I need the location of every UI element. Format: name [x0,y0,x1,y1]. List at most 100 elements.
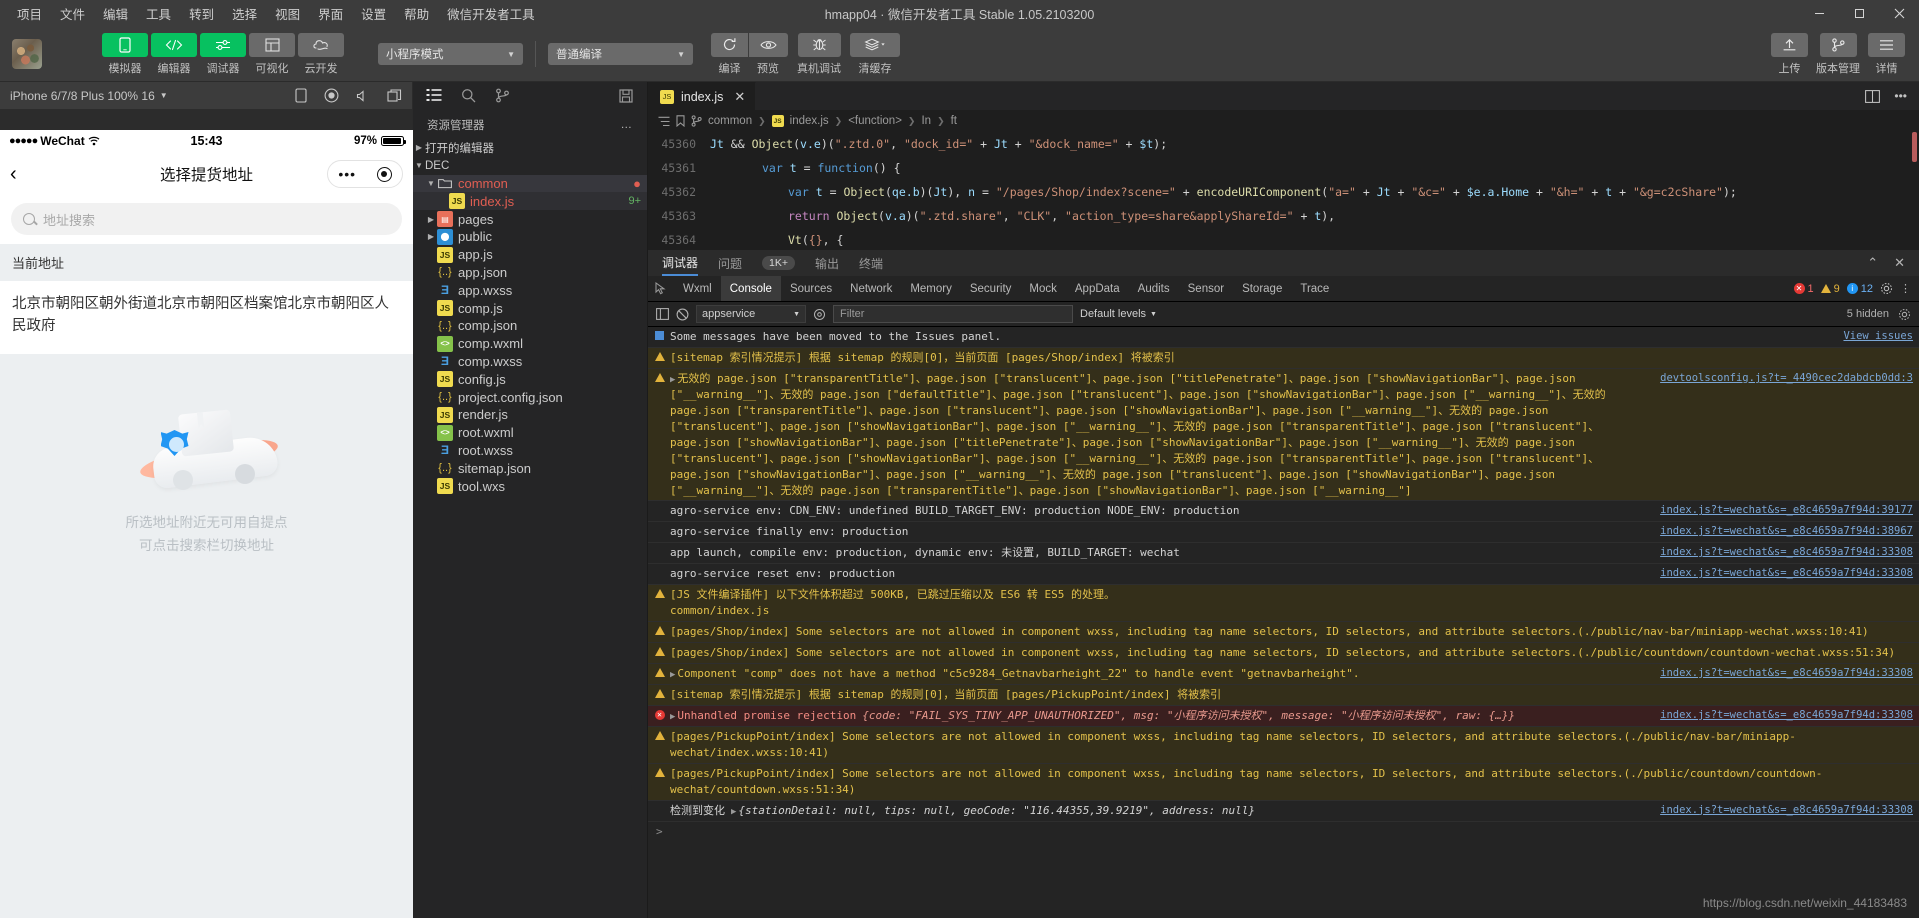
panel-tab-debugger[interactable]: 调试器 [662,250,699,276]
details-button[interactable]: 详情 [1868,32,1905,76]
console-filter-input[interactable]: Filter [833,305,1073,323]
tree-section-dec[interactable]: ▼ DEC [413,157,647,175]
menu-item-view[interactable]: 视图 [266,1,309,26]
console-prompt[interactable]: > [648,822,1919,841]
menu-item-tools[interactable]: 工具 [137,1,180,26]
console-source-link[interactable]: index.js?t=wechat&s=_e8c4659a7f94d:33308 [1648,545,1913,561]
tree-section-open-editors[interactable]: ▶ 打开的编辑器 [413,139,647,157]
clear-console-icon[interactable] [676,308,689,321]
app-mode-select[interactable]: 小程序模式 ▼ [378,43,523,65]
source-control-icon[interactable] [485,82,519,109]
menu-item-devtools[interactable]: 微信开发者工具 [438,1,544,26]
devtools-tab-network[interactable]: Network [841,276,901,301]
menu-item-edit[interactable]: 编辑 [94,1,137,26]
toggle-debugger[interactable]: 调试器 [200,32,246,76]
clear-cache-button[interactable]: 清缓存 [850,32,900,76]
console-source-link[interactable]: index.js?t=wechat&s=_e8c4659a7f94d:39177 [1648,503,1913,519]
tree-item-app-js[interactable]: JS app.js [413,246,647,264]
panel-tab-terminal[interactable]: 终端 [859,250,883,276]
breadcrumb-in[interactable]: In [921,115,931,127]
devtools-tab-audits[interactable]: Audits [1129,276,1179,301]
console-source-link[interactable]: index.js?t=wechat&s=_e8c4659a7f94d:33308 [1648,803,1913,819]
close-circle-icon[interactable] [376,166,392,182]
devtools-tab-mock[interactable]: Mock [1020,276,1065,301]
breadcrumb-common[interactable]: common [708,115,752,127]
devtools-tab-sensor[interactable]: Sensor [1179,276,1233,301]
console-context-select[interactable]: appservice ▼ [696,305,806,323]
upload-button[interactable]: 上传 [1771,32,1808,76]
tree-item-sitemap-json[interactable]: {..} sitemap.json [413,459,647,477]
menu-item-interface[interactable]: 界面 [309,1,352,26]
compile-mode-select[interactable]: 普通编译 ▼ [548,43,693,65]
console-output[interactable]: Some messages have been moved to the Iss… [648,327,1919,918]
panel-tab-output[interactable]: 输出 [815,250,839,276]
close-icon[interactable]: ✕ [1894,255,1905,271]
console-sidebar-toggle-icon[interactable] [656,308,669,320]
menu-item-help[interactable]: 帮助 [395,1,438,26]
code-editor[interactable]: 45360 Jt && Object(v.e)(".ztd.0", "dock_… [648,132,1919,250]
outline-icon[interactable] [658,116,670,127]
menu-item-goto[interactable]: 转到 [180,1,223,26]
toggle-simulator[interactable]: 模拟器 [102,32,148,76]
minimize-button[interactable] [1799,0,1839,27]
more-actions-icon[interactable]: … [621,119,634,131]
preview-button[interactable]: 预览 [748,32,788,76]
tree-item-pages[interactable]: ▶ ▤ pages [413,210,647,228]
menu-item-project[interactable]: 项目 [8,1,51,26]
expand-arrow-icon[interactable]: ▶ [731,807,736,817]
console-source-link[interactable]: index.js?t=wechat&s=_e8c4659a7f94d:33308 [1648,566,1913,582]
more-icon[interactable]: ⋮ [1900,282,1911,295]
menu-item-select[interactable]: 选择 [223,1,266,26]
devtools-tab-security[interactable]: Security [961,276,1021,301]
panel-tab-problems[interactable]: 问题 [718,250,742,276]
device-select[interactable]: iPhone 6/7/8 Plus 100% 16 [10,89,155,103]
more-actions-icon[interactable]: ••• [1894,89,1907,103]
breadcrumb-index-js[interactable]: index.js [790,115,829,127]
search-icon[interactable] [451,82,485,109]
tree-item-tool-wxs[interactable]: JS tool.wxs [413,477,647,495]
devtools-tab-wxml[interactable]: Wxml [674,276,721,301]
tree-item-app-json[interactable]: {..} app.json [413,264,647,282]
device-rotate-icon[interactable] [295,88,307,103]
maximize-button[interactable] [1839,0,1879,27]
console-source-link[interactable]: index.js?t=wechat&s=_e8c4659a7f94d:38967 [1648,524,1913,540]
tree-item-comp-js[interactable]: JS comp.js [413,299,647,317]
console-source-link[interactable]: index.js?t=wechat&s=_e8c4659a7f94d:33308 [1648,666,1913,682]
tree-item-app-wxss[interactable]: Ǝ app.wxss [413,281,647,299]
warning-count[interactable]: 9 [1820,283,1840,295]
inspect-element-icon[interactable] [648,276,674,301]
multiscreen-icon[interactable] [387,88,402,103]
console-source-link[interactable]: devtoolsconfig.js?t=_4490cec2dabdcb0dd:3 [1648,371,1913,499]
live-expression-icon[interactable] [813,308,826,321]
toggle-cloud[interactable]: 云开发 [298,32,344,76]
tree-item-comp-wxml[interactable]: <> comp.wxml [413,335,647,353]
expand-arrow-icon[interactable]: ▶ [670,670,675,680]
devtools-tab-console[interactable]: Console [720,276,781,301]
breadcrumb-ft[interactable]: ft [951,115,957,127]
devtools-tab-sources[interactable]: Sources [781,276,841,301]
view-issues-link[interactable]: View issues [1831,329,1913,345]
error-count[interactable]: ✕ 1 [1793,283,1814,295]
tree-item-comp-json[interactable]: {..} comp.json [413,317,647,335]
save-all-icon[interactable] [609,82,643,109]
devtools-tab-appdata[interactable]: AppData [1066,276,1129,301]
split-editor-icon[interactable] [1865,89,1881,103]
tree-item-index-js[interactable]: JS index.js 9+ [413,192,647,211]
editor-tab-index-js[interactable]: JS index.js ✕ [648,82,757,110]
console-settings-icon[interactable] [1898,308,1911,321]
settings-icon[interactable] [1880,282,1893,295]
user-avatar[interactable] [12,39,42,69]
devtools-tab-memory[interactable]: Memory [901,276,961,301]
toggle-visual[interactable]: 可视化 [249,32,295,76]
tree-item-public[interactable]: ▶ ⬤ public [413,228,647,246]
menu-item-settings[interactable]: 设置 [352,1,395,26]
compile-button[interactable]: 编译 [711,32,748,76]
toggle-editor[interactable]: 编辑器 [151,32,197,76]
breadcrumb-function[interactable]: <function> [848,115,902,127]
tree-item-render-js[interactable]: JS render.js [413,406,647,424]
version-control-button[interactable]: 版本管理 [1816,32,1860,76]
devtools-tab-storage[interactable]: Storage [1233,276,1291,301]
info-count[interactable]: i 12 [1846,283,1873,295]
branch-icon[interactable] [691,115,702,127]
expand-arrow-icon[interactable]: ▶ [670,712,675,722]
